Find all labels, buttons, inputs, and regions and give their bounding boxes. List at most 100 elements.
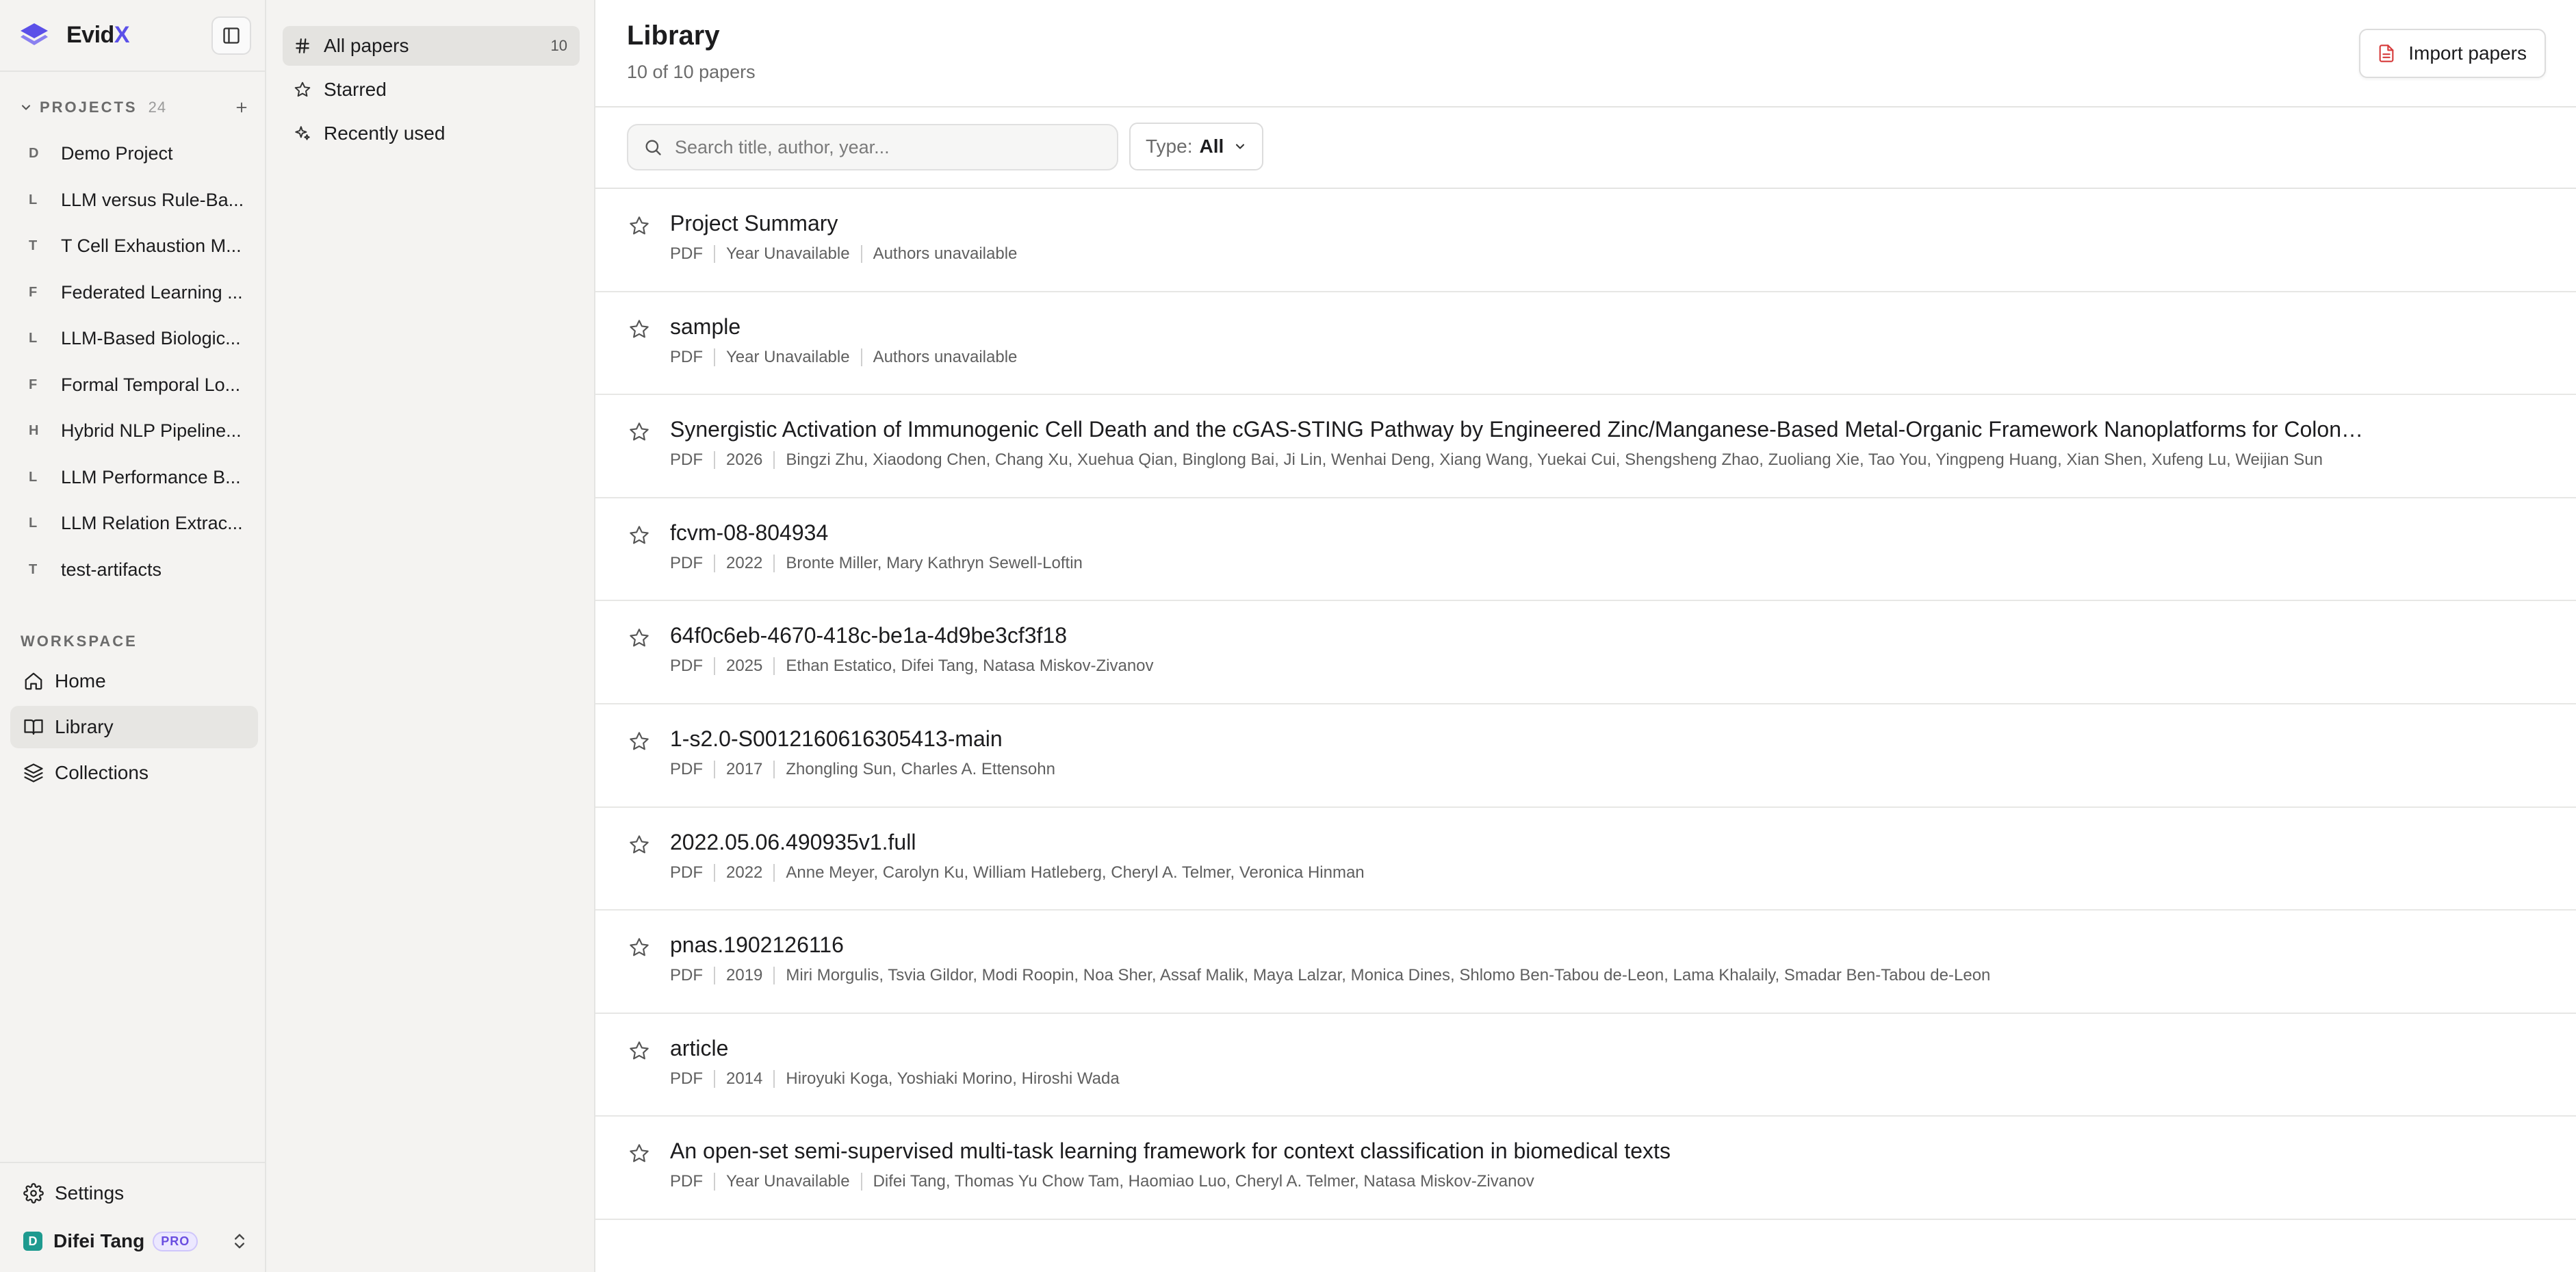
paper-title[interactable]: An open-set semi-supervised multi-task l… (670, 1137, 2367, 1165)
paper-type: PDF (670, 244, 703, 263)
project-item[interactable]: D Demo Project (12, 131, 255, 177)
paper-title[interactable]: fcvm-08-804934 (670, 519, 2367, 546)
paper-row[interactable]: Synergistic Activation of Immunogenic Ce… (595, 395, 2576, 498)
paper-row[interactable]: sample PDF Year Unavailable Authors unavai… (595, 292, 2576, 396)
library-main: Library 10 of 10 papers Import papers Ty… (595, 0, 2576, 1272)
projects-header[interactable]: PROJECTS 24 (19, 96, 252, 119)
paper-row[interactable]: Project Summary PDF Year Unavailable Autho… (595, 189, 2576, 292)
paper-list: Project Summary PDF Year Unavailable Autho… (595, 189, 2576, 1220)
paper-type: PDF (670, 863, 703, 882)
paper-type: PDF (670, 553, 703, 572)
project-item[interactable]: F Formal Temporal Lo... (12, 362, 255, 409)
project-name: T Cell Exhaustion M... (61, 236, 242, 257)
project-item[interactable]: F Federated Learning ... (12, 270, 255, 316)
paper-title[interactable]: Synergistic Activation of Immunogenic Ce… (670, 416, 2367, 443)
paper-title[interactable]: 1-s2.0-S0012160616305413-main (670, 725, 2367, 752)
search-box[interactable] (627, 124, 1118, 170)
filter-label: All papers (324, 35, 409, 56)
library-toolbar: Type: All (595, 107, 2576, 189)
filter-recently-used[interactable]: Recently used (283, 114, 580, 153)
filter-label: Starred (324, 79, 387, 100)
paper-row[interactable]: fcvm-08-804934 PDF 2022 Bronte Miller, Mar… (595, 498, 2576, 602)
project-initial: D (29, 146, 39, 162)
chevrons-up-down-icon[interactable] (230, 1232, 249, 1251)
filter-starred[interactable]: Starred (283, 70, 580, 110)
paper-title[interactable]: pnas.1902126116 (670, 931, 2367, 958)
meta-divider (714, 451, 715, 470)
star-toggle-icon[interactable] (628, 215, 650, 237)
paper-title[interactable]: article (670, 1034, 2367, 1062)
star-toggle-icon[interactable] (628, 937, 650, 958)
star-toggle-icon[interactable] (628, 730, 650, 752)
collapse-sidebar-button[interactable] (211, 16, 251, 55)
user-menu[interactable]: D Difei Tang PRO (23, 1228, 249, 1255)
paper-year: Year Unavailable (726, 347, 850, 366)
project-item[interactable]: Ttest-artifacts (12, 547, 255, 594)
evidx-logo-icon (21, 23, 48, 45)
star-toggle-icon[interactable] (628, 627, 650, 649)
project-name: test-artifacts (61, 559, 162, 580)
search-icon (645, 140, 661, 155)
brand-name[interactable]: EvidX (66, 21, 130, 49)
sparkles-icon (295, 126, 310, 140)
paper-title[interactable]: Project Summary (670, 209, 2367, 237)
paper-row[interactable]: article PDF 2014 Hiroyuki Koga, Yoshiaki M… (595, 1014, 2576, 1117)
paper-row[interactable]: pnas.1902126116 PDF 2019 Miri Morgulis, Ts… (595, 911, 2576, 1014)
sidebar-footer: Settings D Difei Tang PRO (0, 1162, 266, 1272)
layers-icon (24, 763, 43, 783)
nav-item-home[interactable]: Home (10, 660, 258, 702)
paper-row[interactable]: 64f0c6eb-4670-418c-be1a-4d9be3cf3f18 PDF… (595, 601, 2576, 704)
nav-item-label: Collections (55, 762, 149, 783)
meta-divider (714, 348, 715, 366)
search-input[interactable] (675, 136, 1113, 158)
chevron-down-icon[interactable] (19, 101, 33, 114)
filter-all-papers[interactable]: All papers 10 (283, 26, 580, 66)
paper-year: 2022 (726, 863, 763, 882)
star-toggle-icon[interactable] (628, 1143, 650, 1165)
paper-type: PDF (670, 759, 703, 778)
meta-divider (714, 1173, 715, 1191)
project-item[interactable]: L LLM versus Rule-Ba... (12, 177, 255, 224)
meta-divider (773, 657, 775, 676)
project-item[interactable]: L LLM Performance B... (12, 455, 255, 501)
nav-item-label: Library (55, 716, 114, 737)
book-icon (24, 719, 43, 735)
library-header: Library 10 of 10 papers Import papers (595, 0, 2576, 107)
star-toggle-icon[interactable] (628, 318, 650, 340)
paper-type: PDF (670, 450, 703, 470)
settings-button[interactable]: Settings (23, 1182, 124, 1204)
star-toggle-icon[interactable] (628, 524, 650, 546)
type-filter-dropdown[interactable]: Type: All (1129, 123, 1264, 170)
paper-title[interactable]: 2022.05.06.490935v1.full (670, 828, 2367, 856)
paper-meta: PDF Year Unavailable Difei Tang, Thomas Yu… (670, 1172, 1534, 1191)
nav-item-collections[interactable]: Collections (10, 752, 258, 794)
nav-item-library[interactable]: Library (10, 706, 258, 748)
meta-divider (860, 348, 862, 366)
add-project-icon[interactable] (234, 100, 249, 115)
star-toggle-icon[interactable] (628, 834, 650, 856)
project-item[interactable]: H Hybrid NLP Pipeline... (12, 408, 255, 455)
paper-title[interactable]: sample (670, 313, 2367, 340)
paper-title[interactable]: 64f0c6eb-4670-418c-be1a-4d9be3cf3f18 (670, 622, 2367, 649)
star-toggle-icon[interactable] (628, 421, 650, 443)
meta-divider (714, 863, 715, 882)
star-toggle-icon[interactable] (628, 1040, 650, 1062)
paper-row[interactable]: 1-s2.0-S0012160616305413-main PDF 2017 Zho… (595, 704, 2576, 808)
project-item[interactable]: T T Cell Exhaustion M... (12, 223, 255, 270)
meta-divider (714, 760, 715, 778)
meta-divider (860, 245, 862, 263)
project-initial: F (29, 284, 38, 300)
import-papers-button[interactable]: Import papers (2359, 29, 2546, 78)
meta-divider (773, 451, 775, 470)
paper-meta: PDF Year Unavailable Authors unavailable (670, 348, 1017, 367)
paper-row[interactable]: 2022.05.06.490935v1.full PDF 2022 Anne Mey… (595, 808, 2576, 911)
paper-row[interactable]: An open-set semi-supervised multi-task l… (595, 1117, 2576, 1220)
project-name: LLM versus Rule-Ba... (61, 189, 244, 210)
paper-type: PDF (670, 966, 703, 985)
filter-list: All papers 10 Starred Recently used (283, 26, 580, 157)
paper-type: PDF (670, 1172, 703, 1191)
paper-authors: Bingzi Zhu, Xiaodong Chen, Chang Xu, Xue… (786, 450, 2323, 470)
project-name: Hybrid NLP Pipeline... (61, 420, 242, 442)
project-item[interactable]: L LLM Relation Extrac... (12, 500, 255, 547)
project-item[interactable]: L LLM-Based Biologic... (12, 316, 255, 362)
